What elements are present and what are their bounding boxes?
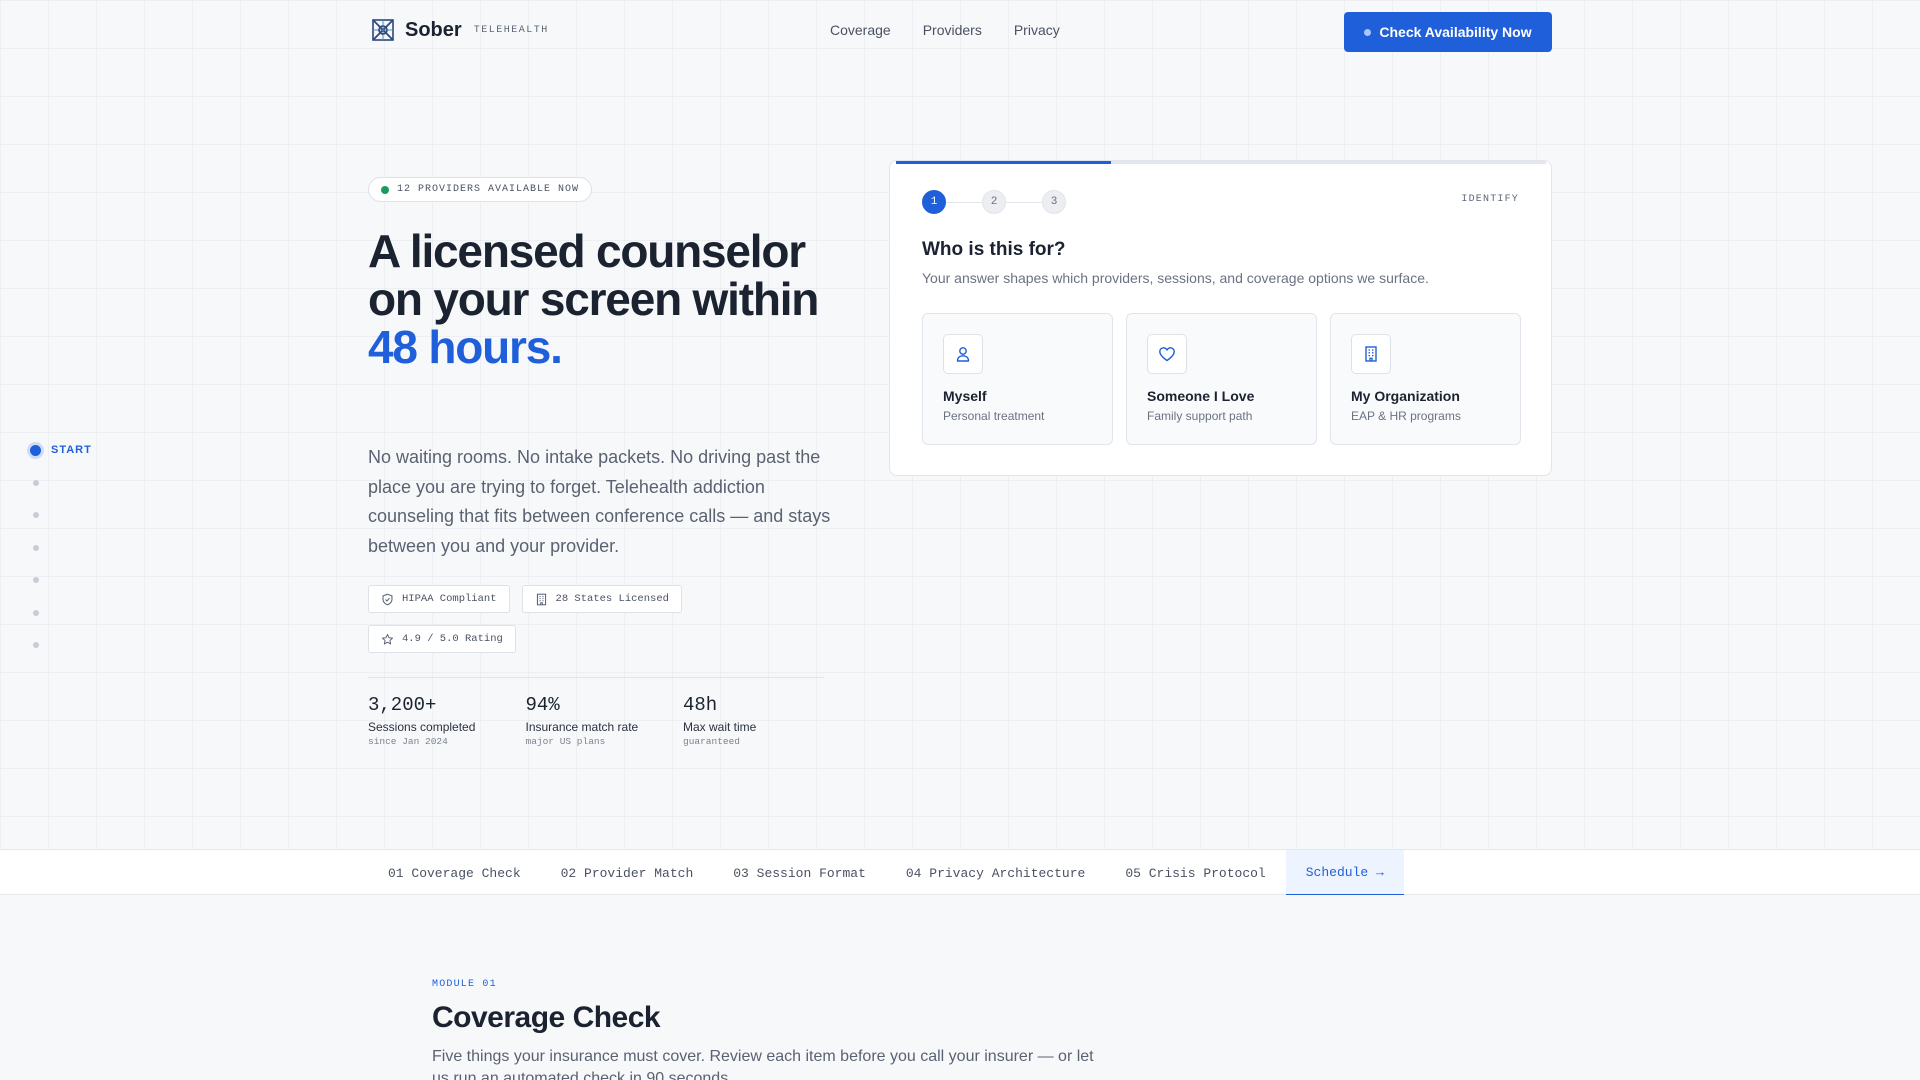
module-kicker: MODULE 01 <box>432 979 497 990</box>
shield-icon <box>382 593 393 605</box>
providers-available-badge: 12 PROVIDERS AVAILABLE NOW <box>368 177 593 202</box>
chip-rating-label: 4.9 / 5.0 Rating <box>402 633 503 645</box>
wizard-title: Who is this for? <box>922 239 1066 260</box>
chip-hipaa-label: HIPAA Compliant <box>402 593 497 605</box>
stat-sublabel: guaranteed <box>683 736 741 747</box>
heart-icon <box>1147 334 1187 374</box>
rail-item[interactable] <box>30 499 92 532</box>
rail-dot-icon <box>30 444 41 456</box>
rail-dot-icon <box>33 642 39 649</box>
site-header: Sober TELEHEALTH Coverage Providers Priv… <box>0 0 1920 64</box>
audience-options: Myself Personal treatment Someone I Love… <box>922 313 1521 445</box>
module-title: Coverage Check <box>432 1001 661 1034</box>
rail-dot-icon <box>33 512 39 519</box>
rail-item-start[interactable]: START <box>30 434 92 467</box>
tab-schedule[interactable]: Schedule → <box>1285 850 1404 896</box>
hero-description: No waiting rooms. No intake packets. No … <box>368 447 831 556</box>
option-subtitle: Personal treatment <box>943 409 1045 423</box>
brand-subtitle: TELEHEALTH <box>473 24 549 36</box>
option-title: Someone I Love <box>1147 388 1255 404</box>
building-icon <box>536 593 546 605</box>
rail-item[interactable] <box>30 597 92 630</box>
step-3[interactable]: 3 <box>1042 190 1066 214</box>
chip-states: 28 States Licensed <box>521 585 682 613</box>
step-2[interactable]: 2 <box>982 190 1006 214</box>
option-title: Myself <box>943 388 987 404</box>
option-myself[interactable]: Myself Personal treatment <box>922 313 1113 445</box>
star-icon <box>381 633 394 644</box>
stats-divider <box>368 677 824 678</box>
stat-value: 48h <box>683 694 718 716</box>
option-subtitle: EAP & HR programs <box>1351 409 1461 423</box>
chip-rating: 4.9 / 5.0 Rating <box>368 625 516 653</box>
nav-link-coverage[interactable]: Coverage <box>830 22 891 38</box>
option-my-organization[interactable]: My Organization EAP & HR programs <box>1330 313 1521 445</box>
tab-coverage-check[interactable]: 01 Coverage Check <box>368 850 541 896</box>
wizard-progress-fill <box>896 161 1111 164</box>
status-dot-icon <box>1364 28 1372 36</box>
rail-item[interactable] <box>30 467 92 500</box>
step-1[interactable]: 1 <box>922 190 946 214</box>
hero-headline-accent: 48 hours. <box>368 321 563 373</box>
chip-states-label: 28 States Licensed <box>555 593 669 605</box>
stat-label: Sessions completed <box>368 720 476 734</box>
stat-value: 94% <box>525 694 560 716</box>
nav-link-privacy[interactable]: Privacy <box>1014 22 1060 38</box>
tab-crisis-protocol[interactable]: 05 Crisis Protocol <box>1105 850 1285 896</box>
option-title: My Organization <box>1351 388 1460 404</box>
rail-dot-icon <box>33 609 39 616</box>
step-connector <box>1006 201 1042 203</box>
stat-sublabel: major US plans <box>525 736 606 747</box>
wizard-steps: 1 2 3 <box>922 190 1066 214</box>
step-connector <box>946 201 982 203</box>
module-description: Five things your insurance must cover. R… <box>432 1048 1094 1080</box>
person-icon <box>943 334 983 374</box>
wizard-progress-bar <box>896 161 1546 164</box>
rail-label-start: START <box>51 444 92 457</box>
module-tab-bar: 01 Coverage Check 02 Provider Match 03 S… <box>0 849 1920 896</box>
main-nav: Coverage Providers Privacy <box>830 22 1060 38</box>
section-rail: START <box>30 434 92 662</box>
availability-dot-icon <box>381 185 389 194</box>
coverage-check-section: MODULE 01 Coverage Check Five things you… <box>0 895 1920 1080</box>
stat-sublabel: since Jan 2024 <box>368 736 448 747</box>
brand-logo-icon <box>372 19 394 41</box>
hero-headline: A licensed counselor on your screen with… <box>368 227 828 371</box>
option-subtitle: Family support path <box>1147 409 1253 423</box>
stat-sessions: 3,200+ Sessions completed since Jan 2024 <box>368 694 526 747</box>
chip-hipaa: HIPAA Compliant <box>368 585 510 613</box>
rail-item[interactable] <box>30 564 92 597</box>
option-someone-i-love[interactable]: Someone I Love Family support path <box>1126 313 1317 445</box>
rail-dot-icon <box>33 577 39 584</box>
wizard-subtitle: Your answer shapes which providers, sess… <box>922 270 1429 286</box>
brand-name: Sober <box>405 18 462 41</box>
stat-wait-time: 48h Max wait time guaranteed <box>683 694 841 747</box>
rail-dot-icon <box>33 479 39 486</box>
nav-link-providers[interactable]: Providers <box>923 22 982 38</box>
stat-insurance-match: 94% Insurance match rate major US plans <box>526 694 684 747</box>
module-tabs: 01 Coverage Check 02 Provider Match 03 S… <box>368 850 1404 896</box>
check-availability-label: Check Availability Now <box>1379 24 1532 40</box>
stat-label: Insurance match rate <box>525 720 639 734</box>
tab-provider-match[interactable]: 02 Provider Match <box>541 850 714 896</box>
stat-value: 3,200+ <box>368 694 437 716</box>
brand-logo[interactable]: Sober TELEHEALTH <box>371 18 549 42</box>
providers-available-text: 12 PROVIDERS AVAILABLE NOW <box>397 184 580 195</box>
rail-item[interactable] <box>30 629 92 662</box>
rail-item[interactable] <box>30 532 92 565</box>
rail-dot-icon <box>33 544 39 551</box>
trust-chips: HIPAA Compliant 28 States Licensed 4.9 /… <box>368 585 708 653</box>
intake-wizard-card: 1 2 3 IDENTIFY Who is this for? Your ans… <box>889 160 1552 476</box>
step-name: IDENTIFY <box>1461 194 1519 205</box>
hero-headline-main: A licensed counselor on your screen with… <box>368 225 819 325</box>
building-icon <box>1351 334 1391 374</box>
tab-session-format[interactable]: 03 Session Format <box>713 850 886 896</box>
hero-stats: 3,200+ Sessions completed since Jan 2024… <box>368 694 841 747</box>
stat-label: Max wait time <box>683 720 757 734</box>
check-availability-button[interactable]: Check Availability Now <box>1344 12 1552 52</box>
tab-privacy-architecture[interactable]: 04 Privacy Architecture <box>886 850 1105 896</box>
